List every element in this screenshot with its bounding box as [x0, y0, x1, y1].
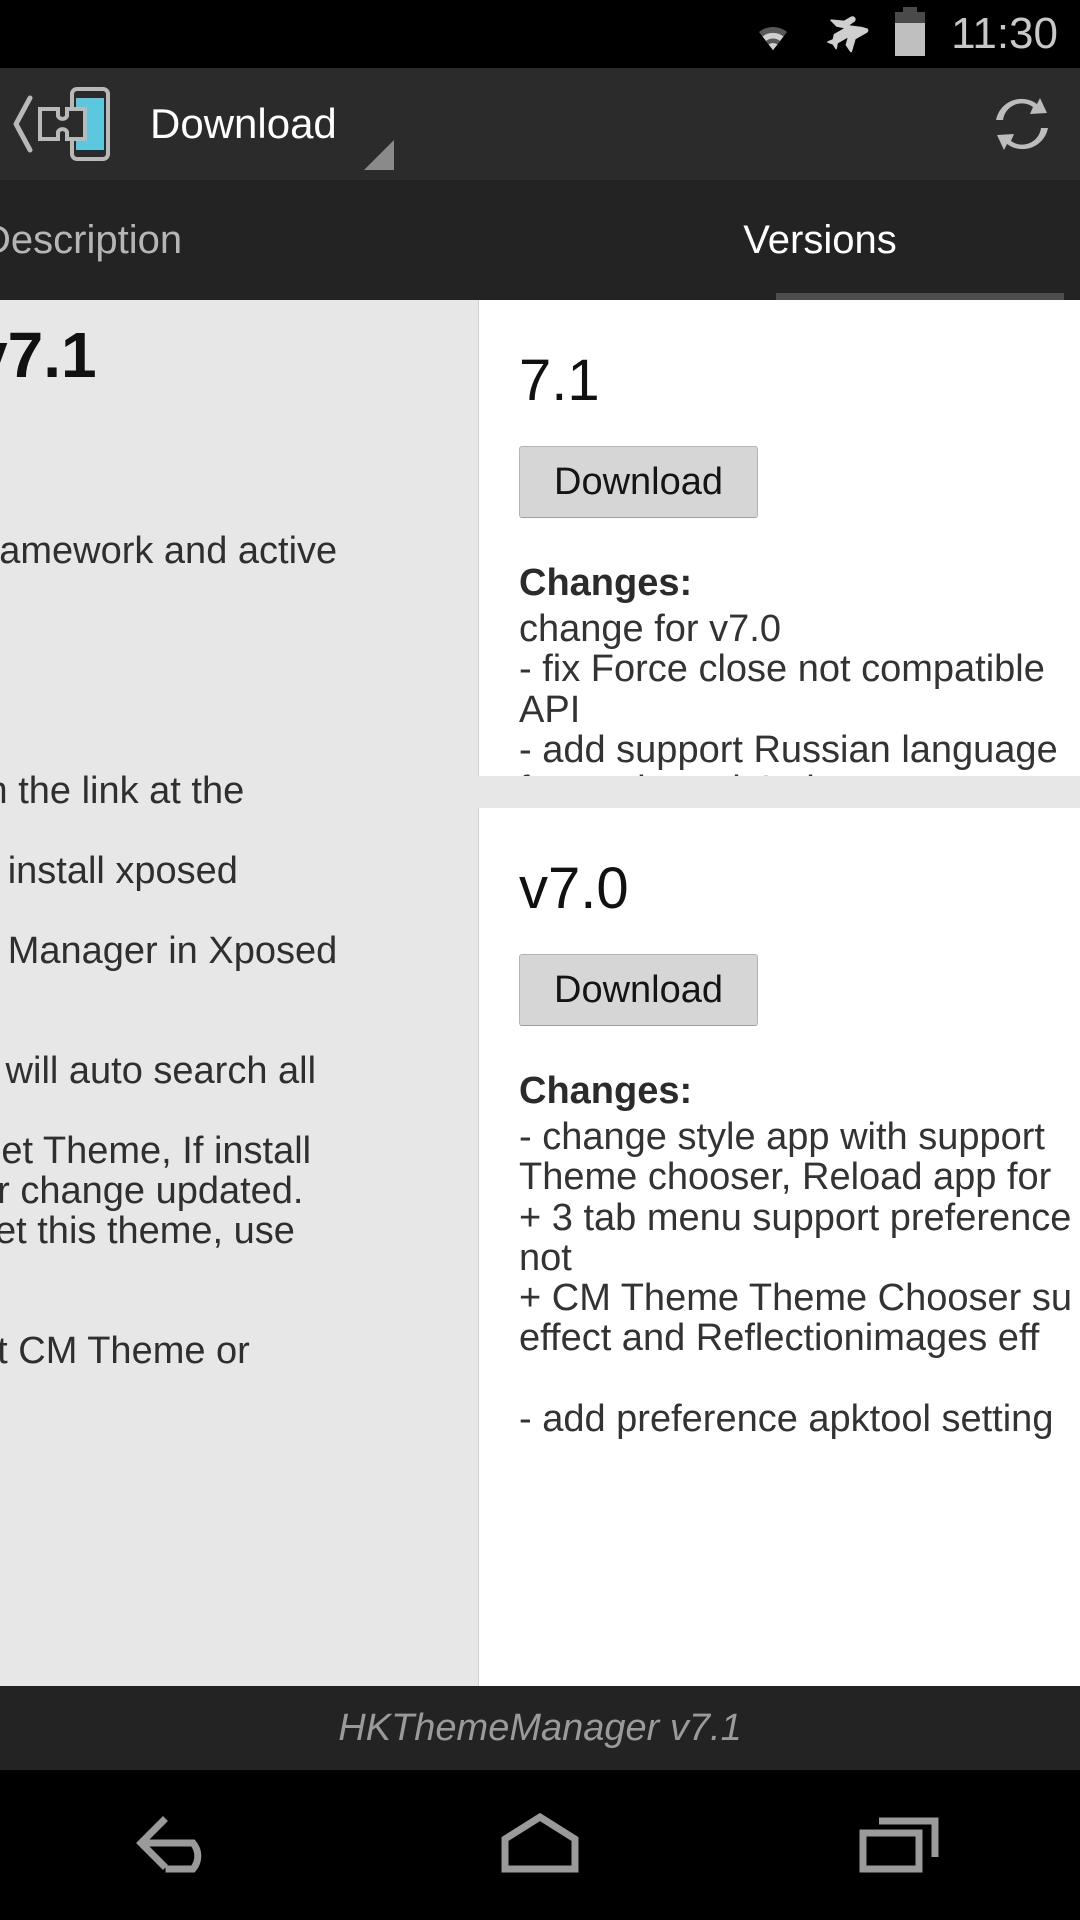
wifi-icon: [747, 12, 799, 57]
status-bar: 11:30: [0, 0, 1080, 68]
back-nav-icon: [136, 1816, 202, 1873]
changes-text: - change style app with support Theme ch…: [519, 1116, 1073, 1440]
description-pane[interactable]: v7.1 framework and active m the link at …: [0, 300, 478, 1686]
content-area: v7.1 framework and active m the link at …: [0, 300, 1080, 1686]
status-bar-clock: 11:30: [951, 9, 1058, 58]
dropdown-caret-icon[interactable]: [364, 140, 394, 170]
description-text-line: framework and active: [0, 530, 338, 572]
changes-label: Changes:: [519, 1070, 693, 1112]
description-text-line: d install xposed: [0, 850, 238, 892]
version-card[interactable]: v7.0 Download Changes: - change style ap…: [478, 808, 1080, 1686]
status-bar-icons: [747, 6, 929, 62]
tab-versions[interactable]: Versions: [560, 180, 1080, 300]
download-button[interactable]: Download: [519, 954, 758, 1026]
description-version-title: v7.1: [0, 319, 97, 391]
phone-screen: 11:30 Download Description Versions 7.1 …: [0, 0, 1080, 1920]
tab-description[interactable]: Description: [0, 180, 502, 300]
description-text-line: at CM Theme or: [0, 1330, 250, 1372]
home-nav-icon: [501, 1812, 579, 1873]
nav-back-button[interactable]: [90, 1770, 270, 1920]
action-bar: Download: [0, 68, 1080, 180]
changes-label: Changes:: [519, 562, 693, 604]
version-number: 7.1: [519, 348, 600, 413]
airplane-mode-icon: [819, 10, 871, 59]
page-title: Download: [150, 100, 337, 147]
battery-icon: [891, 6, 929, 62]
tab-versions-label: Versions: [743, 217, 897, 262]
card-separator: [478, 776, 1080, 808]
tab-bar: Description Versions: [0, 180, 1080, 300]
recents-nav-icon: [859, 1817, 939, 1873]
up-navigation-button[interactable]: [4, 86, 128, 162]
bottom-status-text: HKThemeManager v7.1: [338, 1706, 742, 1749]
download-button[interactable]: Download: [519, 446, 758, 518]
description-text-line: e Manager in Xposed: [0, 930, 338, 972]
refresh-icon: [996, 98, 1048, 150]
changes-text: change for v7.0 - fix Force close not co…: [519, 608, 1058, 776]
description-text-line: Set Theme, If install: [0, 1130, 312, 1172]
refresh-button[interactable]: [982, 84, 1062, 164]
description-text-line: or change updated.: [0, 1170, 304, 1212]
versions-list[interactable]: 7.1 Download Changes: change for v7.0 - …: [478, 300, 1080, 1686]
system-navigation-bar: [0, 1770, 1080, 1920]
description-text-line: set this theme, use: [0, 1210, 295, 1252]
description-text-line: m the link at the: [0, 770, 245, 812]
nav-recents-button[interactable]: [810, 1770, 990, 1920]
tab-selected-indicator: [776, 293, 1064, 300]
bottom-status-bar: HKThemeManager v7.1: [0, 1686, 1080, 1770]
version-number: v7.0: [519, 856, 629, 921]
description-text-line: it will auto search all: [0, 1050, 317, 1092]
nav-home-button[interactable]: [450, 1770, 630, 1920]
version-card[interactable]: 7.1 Download Changes: change for v7.0 - …: [478, 300, 1080, 776]
tab-description-label: Description: [0, 217, 183, 262]
